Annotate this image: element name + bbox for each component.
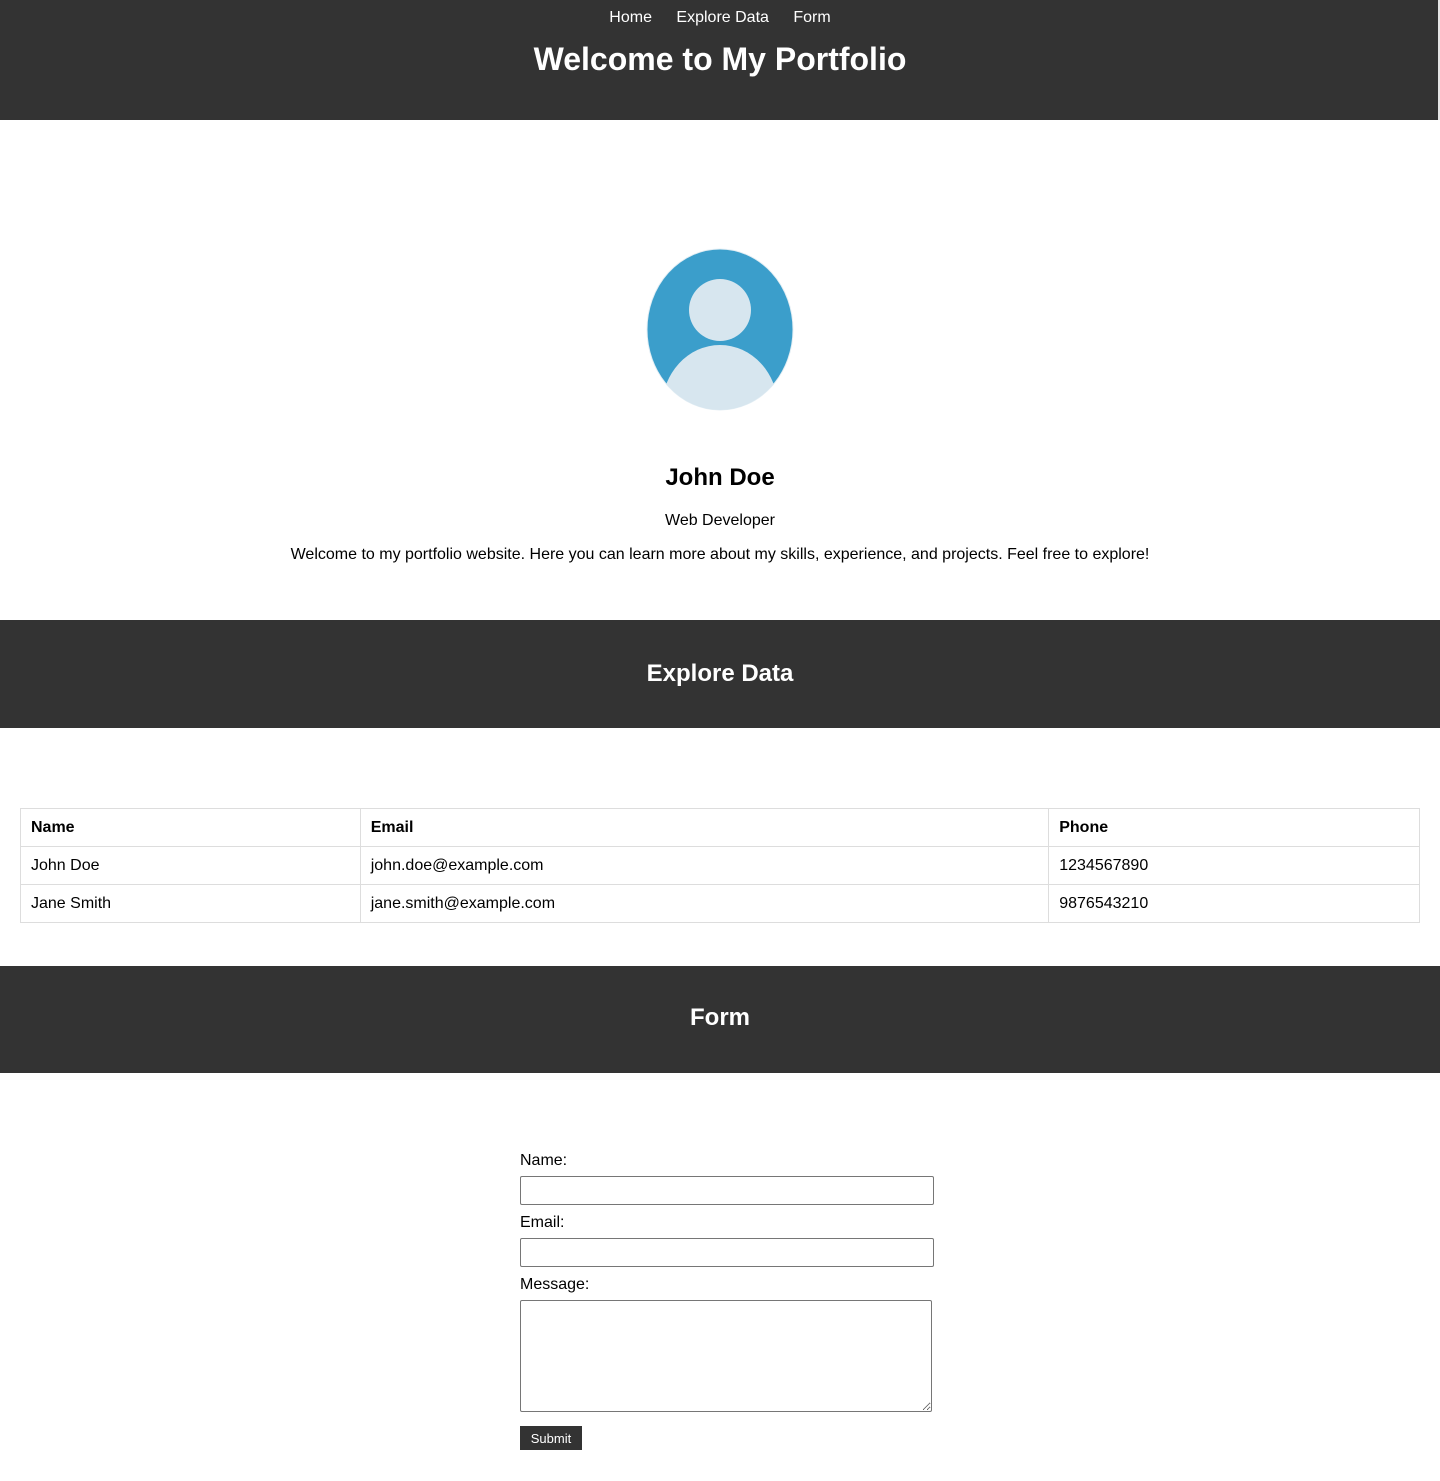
column-header-email: Email [359,808,1050,847]
nav-explore-data-link[interactable]: Explore Data [676,9,769,26]
cell-name: John Doe [20,846,361,885]
cell-name: Jane Smith [20,884,361,923]
column-header-name: Name [20,808,361,847]
message-label: Message: [520,1276,590,1293]
message-textarea[interactable] [520,1300,932,1412]
explore-data-banner: Explore Data [0,620,1440,728]
page-title: Welcome to My Portfolio [533,41,907,77]
submit-button[interactable]: Submit [520,1426,582,1450]
user-avatar-icon [646,248,794,411]
cell-phone: 1234567890 [1048,846,1420,885]
table-row: Jane Smith jane.smith@example.com 987654… [20,884,1420,923]
contacts-table: Name Email Phone John Doe john.doe@examp… [20,808,1420,923]
profile-role: Web Developer [665,512,775,529]
cell-email: john.doe@example.com [359,846,1050,885]
table-header-row: Name Email Phone [20,808,1420,847]
nav-form-link[interactable]: Form [793,9,830,26]
table-row: John Doe john.doe@example.com 1234567890 [20,846,1420,885]
explore-data-heading: Explore Data [646,660,794,687]
nav-home-link[interactable]: Home [609,9,652,26]
name-label: Name: [520,1152,568,1169]
profile-name: John Doe [665,464,775,491]
cell-email: jane.smith@example.com [359,884,1050,923]
main-nav: Home Explore Data Form [0,8,1440,28]
contact-form: Name: Email: Message: Submit [520,1152,934,1450]
form-heading: Form [690,1004,750,1031]
email-label: Email: [520,1214,565,1231]
form-banner: Form [0,966,1440,1073]
profile-intro: Welcome to my portfolio website. Here yo… [290,546,1150,563]
column-header-phone: Phone [1048,808,1420,847]
email-input[interactable] [520,1238,934,1267]
site-header: Home Explore Data Form Welcome to My Por… [0,0,1440,120]
cell-phone: 9876543210 [1048,884,1420,923]
name-input[interactable] [520,1176,934,1205]
